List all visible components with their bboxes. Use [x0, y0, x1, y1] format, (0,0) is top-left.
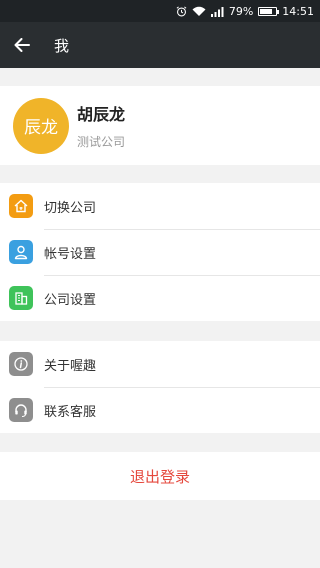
switch-company-label: 切换公司 — [44, 200, 97, 216]
about-label: 关于喔趣 — [44, 358, 97, 374]
status-bar: 79% 14:51 — [0, 0, 320, 22]
avatar: 辰龙 — [13, 97, 69, 154]
company-settings-label: 公司设置 — [44, 292, 97, 308]
info-icon — [9, 352, 33, 376]
wifi-icon — [192, 6, 206, 16]
account-settings-label: 帐号设置 — [44, 246, 97, 262]
switch-company-item[interactable]: 切换公司 — [0, 183, 320, 229]
signal-icon — [210, 6, 224, 17]
account-settings-item[interactable]: 帐号设置 — [0, 229, 320, 275]
company-settings-item[interactable]: 公司设置 — [0, 275, 320, 321]
headset-icon — [9, 398, 33, 422]
back-arrow-icon — [14, 38, 30, 52]
house-icon — [9, 194, 33, 218]
logout-button[interactable]: 退出登录 — [0, 452, 320, 500]
battery-icon — [258, 6, 280, 16]
support-item[interactable]: 联系客服 — [0, 387, 320, 433]
building-icon — [9, 286, 33, 310]
battery-percent: 79% — [228, 4, 254, 18]
settings-group: 切换公司 帐号设置 公司设置 — [0, 183, 320, 321]
person-icon — [9, 240, 33, 264]
profile-card[interactable]: 辰龙 胡辰龙 测试公司 — [0, 86, 320, 165]
about-item[interactable]: 关于喔趣 — [0, 341, 320, 387]
nav-bar: 我 — [0, 22, 320, 68]
support-label: 联系客服 — [44, 404, 97, 420]
profile-name: 胡辰龙 — [77, 105, 126, 124]
status-time: 14:51 — [282, 4, 314, 18]
about-group: 关于喔趣 联系客服 — [0, 341, 320, 433]
profile-company: 测试公司 — [77, 135, 126, 149]
alarm-icon — [176, 6, 187, 16]
back-button[interactable] — [0, 22, 44, 68]
page-title: 我 — [54, 36, 70, 55]
